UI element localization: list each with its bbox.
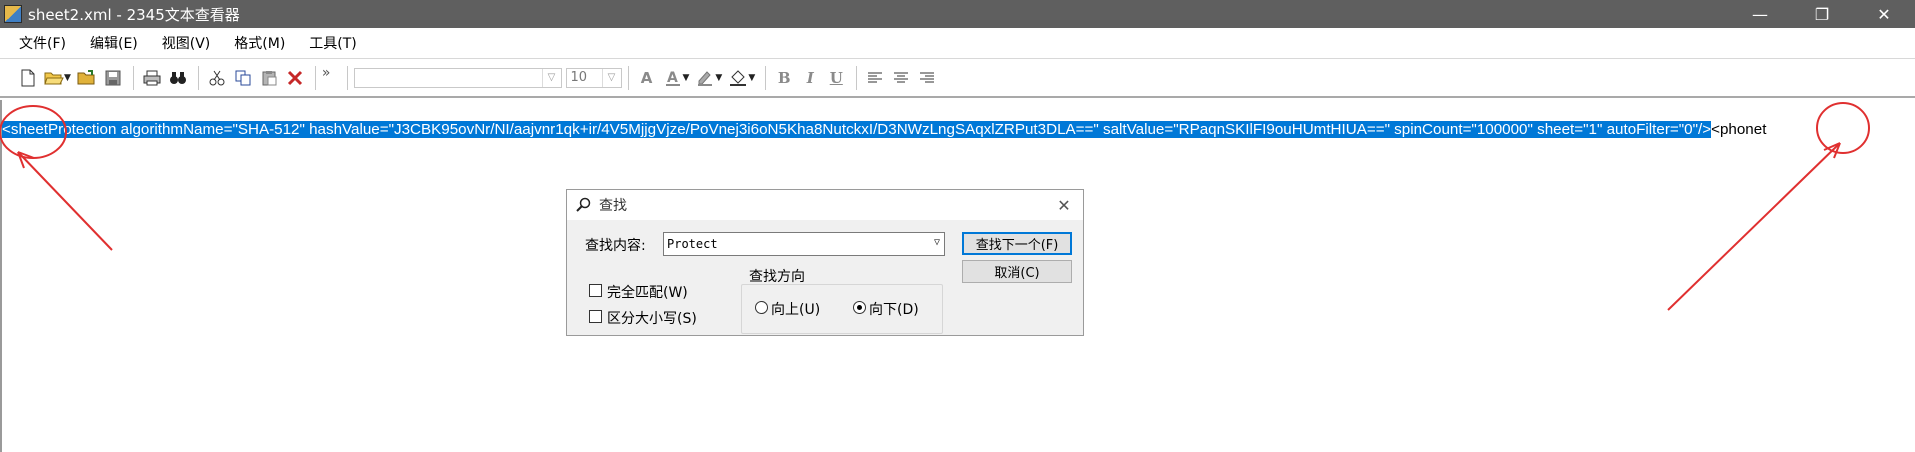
unselected-text[interactable]: <phonet [1711,121,1766,138]
match-whole-label[interactable]: 完全匹配(W) [607,282,688,302]
new-file-icon[interactable] [16,66,40,90]
menu-edit[interactable]: 编辑(E) [87,31,141,55]
dialog-title: 查找 [599,198,627,214]
xml-line[interactable]: <sheetProtection algorithmName="SHA-512"… [2,120,1766,140]
print-icon[interactable] [140,66,164,90]
find-input-value: Protect [667,237,718,251]
toolbar-separator [132,65,134,90]
direction-down-label[interactable]: 向下(D) [869,299,919,319]
fill-dropdown-icon[interactable]: ▼ [748,73,755,83]
chevron-down-icon: ▽ [601,68,621,87]
toolbar-separator [197,65,199,90]
dialog-close-icon[interactable]: ✕ [1053,194,1075,216]
find-next-button[interactable]: 查找下一个(F) [962,232,1072,255]
toolbar-overflow-icon[interactable]: » [322,65,331,81]
menu-file[interactable]: 文件(F) [16,31,69,55]
dialog-title-bar: 查找 ✕ [567,190,1083,220]
copy-icon[interactable] [231,66,255,90]
close-button[interactable]: ✕ [1853,0,1915,28]
match-case-checkbox[interactable] [589,310,602,323]
bold-label: B [777,68,791,87]
font-style-icon[interactable]: A [635,66,659,90]
fill-bucket-icon[interactable] [726,66,750,90]
menu-bar: 文件(F) 编辑(E) 视图(V) 格式(M) 工具(T) [0,28,1915,58]
italic-icon[interactable]: I [798,66,822,90]
open-folder-icon[interactable] [42,66,66,90]
cut-icon[interactable] [205,66,229,90]
menu-tools[interactable]: 工具(T) [306,31,359,55]
underline-label: U [829,68,843,87]
direction-down-radio[interactable] [853,301,866,314]
font-size-value: 10 [570,70,588,85]
toolbar-separator [314,65,316,90]
direction-up-label[interactable]: 向上(U) [771,299,820,319]
bold-icon[interactable]: B [772,66,796,90]
align-right-icon[interactable] [915,66,939,90]
find-dialog: 查找 ✕ 查找内容: Protect ▽ 查找下一个(F) 取消(C) 完全匹配… [566,189,1084,336]
font-size-combo[interactable]: 10 ▽ [565,67,622,88]
save-icon[interactable] [101,66,125,90]
font-color-icon[interactable]: A [661,66,685,90]
font-color-dropdown-icon[interactable]: ▼ [683,73,690,83]
toolbar-separator [856,65,858,90]
find-label: 查找内容: [585,238,646,254]
toolbar: ▼ » ▽ 10 ▽ A A ▼ ▼ ▼ B I U [0,58,1915,98]
svg-text:A: A [667,70,678,86]
align-center-icon[interactable] [889,66,913,90]
chevron-down-icon[interactable]: ▽ [934,237,940,248]
restore-button[interactable]: ❐ [1791,0,1853,28]
match-whole-checkbox[interactable] [589,284,602,297]
align-left-icon[interactable] [863,66,887,90]
direction-up-radio[interactable] [755,301,768,314]
chevron-down-icon: ▽ [541,68,561,87]
cancel-button[interactable]: 取消(C) [962,260,1072,283]
minimize-button[interactable]: — [1729,0,1791,28]
open-dropdown-icon[interactable]: ▼ [64,73,71,83]
menu-view[interactable]: 视图(V) [159,31,214,55]
selected-text[interactable]: <sheetProtection algorithmName="SHA-512"… [2,121,1712,138]
highlight-icon[interactable] [693,66,717,90]
delete-icon[interactable] [283,66,307,90]
window-title: sheet2.xml - 2345文本查看器 [28,5,240,24]
app-icon [4,5,22,23]
menu-format[interactable]: 格式(M) [231,31,288,55]
paste-icon[interactable] [257,66,281,90]
toolbar-separator [765,65,767,90]
open-recent-icon[interactable] [75,66,99,90]
direction-label: 查找方向 [749,269,805,285]
highlight-dropdown-icon[interactable]: ▼ [715,73,722,83]
toolbar-separator [627,65,629,90]
search-icon [575,196,593,214]
font-name-combo[interactable]: ▽ [353,67,562,88]
toolbar-separator [346,65,348,90]
italic-label: I [806,68,814,87]
title-bar: sheet2.xml - 2345文本查看器 — ❐ ✕ [0,0,1915,28]
match-case-label[interactable]: 区分大小写(S) [607,308,697,328]
find-input[interactable]: Protect ▽ [663,232,945,256]
find-binoculars-icon[interactable] [166,66,190,90]
underline-icon[interactable]: U [824,66,848,90]
